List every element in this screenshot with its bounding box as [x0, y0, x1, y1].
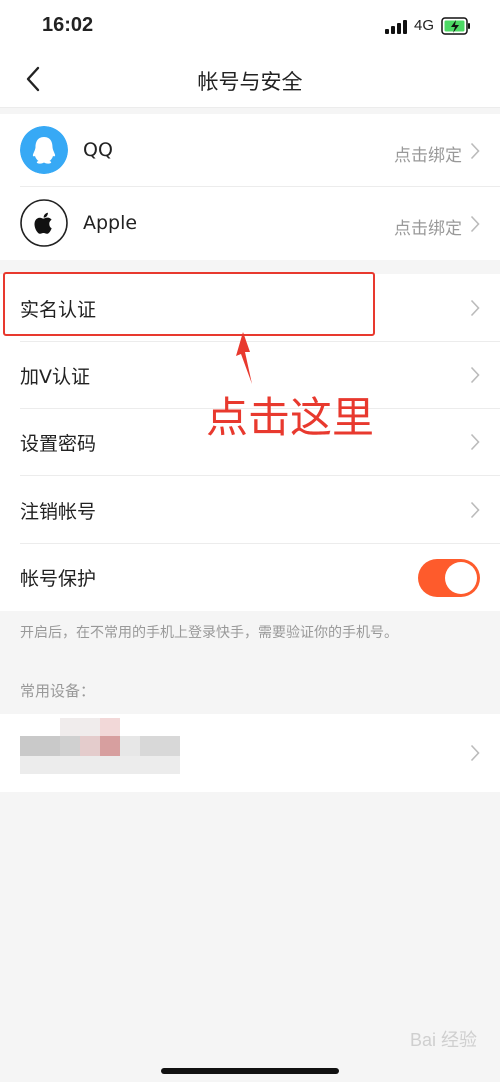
chevron-right-icon	[470, 366, 480, 384]
account-protection-label: 帐号保护	[20, 568, 97, 590]
page-title: 帐号与安全	[197, 70, 303, 94]
qq-binding-row[interactable]: QQ 点击绑定	[0, 114, 500, 187]
chevron-right-icon	[470, 215, 480, 233]
apple-label: Apple	[83, 212, 138, 234]
account-protection-toggle[interactable]	[418, 559, 480, 597]
chevron-right-icon	[470, 744, 480, 762]
status-bar: 16:02 4G	[0, 0, 500, 52]
nav-bar: 帐号与安全	[0, 52, 500, 108]
qq-bind-action[interactable]: 点击绑定	[394, 141, 462, 166]
chevron-right-icon	[470, 501, 480, 519]
third-party-bindings: QQ 点击绑定 Apple 点击绑定	[0, 114, 500, 260]
apple-icon	[20, 199, 68, 247]
protection-hint: 开启后，在不常用的手机上登录快手，需要验证你的手机号。	[20, 625, 398, 641]
v-auth-label: 加V认证	[20, 366, 90, 388]
deactivate-account-label: 注销帐号	[20, 501, 97, 523]
toggle-knob	[445, 562, 477, 594]
status-time: 16:02	[42, 14, 94, 36]
annotation-text: 点击这里	[206, 393, 375, 442]
qq-icon	[20, 126, 68, 174]
watermark: Bai 经验	[410, 1030, 478, 1050]
set-password-label: 设置密码	[20, 433, 97, 455]
account-protection-row: 帐号保护	[0, 544, 500, 611]
annotation-arrow	[236, 332, 252, 384]
chevron-right-icon	[470, 142, 480, 160]
battery-icon	[441, 17, 470, 35]
home-indicator	[161, 1068, 339, 1074]
device-row[interactable]	[0, 714, 500, 792]
chevron-right-icon	[470, 299, 480, 317]
qq-label: QQ	[83, 139, 113, 161]
network-type: 4G	[414, 17, 435, 34]
apple-binding-row[interactable]: Apple 点击绑定	[0, 187, 500, 260]
deactivate-account-row[interactable]: 注销帐号	[0, 476, 500, 544]
signal-icon	[385, 20, 409, 34]
apple-bind-action[interactable]: 点击绑定	[394, 214, 462, 239]
chevron-right-icon	[470, 433, 480, 451]
highlight-box	[3, 272, 375, 336]
devices-heading: 常用设备：	[20, 682, 96, 700]
